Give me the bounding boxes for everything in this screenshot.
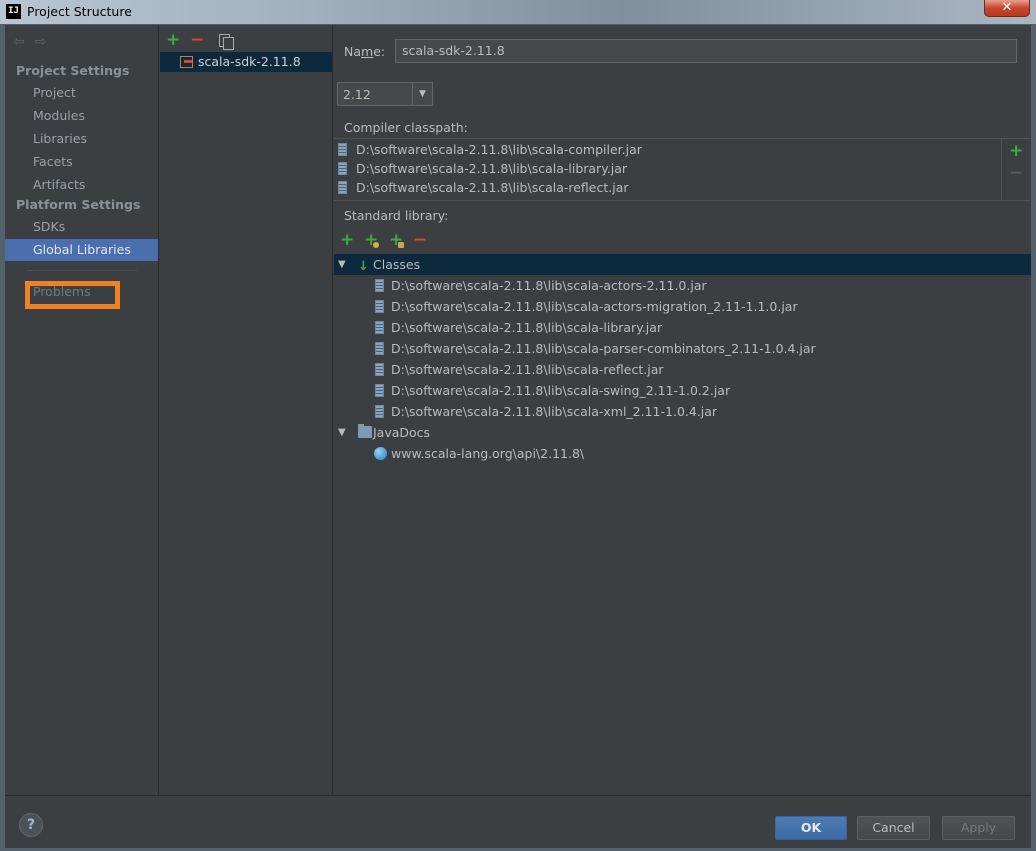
class-item-label: D:\software\scala-2.11.8\lib\scala-parse… bbox=[391, 341, 816, 356]
nav-item-modules[interactable]: Modules bbox=[5, 105, 158, 127]
nav-item-libraries[interactable]: Libraries bbox=[5, 128, 158, 150]
copy-library-icon[interactable] bbox=[219, 34, 234, 50]
add-classpath-button[interactable]: + bbox=[1009, 141, 1023, 161]
tree-class-item[interactable]: D:\software\scala-2.11.8\lib\scala-parse… bbox=[334, 338, 1031, 359]
nav-item-problems[interactable]: Problems bbox=[33, 284, 91, 299]
intellij-app-icon: IJ bbox=[6, 4, 21, 19]
tree-node-javadocs[interactable]: ▼ JavaDocs bbox=[334, 422, 1031, 443]
class-item-label: D:\software\scala-2.11.8\lib\scala-libra… bbox=[391, 320, 663, 335]
class-item-label: D:\software\scala-2.11.8\lib\scala-xml_2… bbox=[391, 404, 718, 419]
libraries-list-panel: + − scala-sdk-2.11.8 bbox=[160, 25, 333, 795]
compiler-classpath-box: D:\software\scala-2.11.8\lib\scala-compi… bbox=[334, 138, 1031, 201]
globe-icon bbox=[374, 447, 387, 460]
back-arrow-icon[interactable]: ⇦ bbox=[13, 34, 25, 50]
classpath-item[interactable]: D:\software\scala-2.11.8\lib\scala-libra… bbox=[338, 159, 627, 178]
compiler-classpath-list: D:\software\scala-2.11.8\lib\scala-compi… bbox=[334, 139, 1002, 200]
chevron-down-icon[interactable]: ▼ bbox=[412, 83, 432, 105]
classpath-item-label: D:\software\scala-2.11.8\lib\scala-refle… bbox=[356, 180, 629, 195]
doc-root-badge-icon bbox=[398, 242, 404, 248]
jar-icon bbox=[338, 162, 347, 175]
remove-library-button[interactable]: − bbox=[190, 30, 204, 50]
add-root-button[interactable]: + bbox=[340, 230, 354, 250]
class-item-label: D:\software\scala-2.11.8\lib\scala-swing… bbox=[391, 383, 731, 398]
javadocs-label: JavaDocs bbox=[373, 425, 431, 440]
jar-icon bbox=[375, 405, 384, 418]
name-label-mnemonic: m bbox=[361, 44, 374, 59]
help-icon[interactable]: ? bbox=[19, 813, 43, 837]
project-settings-header: Project Settings bbox=[16, 63, 130, 78]
remove-root-button[interactable]: − bbox=[413, 230, 427, 250]
nav-item-facets[interactable]: Facets bbox=[5, 151, 158, 173]
classpath-item[interactable]: D:\software\scala-2.11.8\lib\scala-compi… bbox=[338, 140, 642, 159]
jar-icon bbox=[338, 143, 347, 156]
tree-node-classes[interactable]: ▼ ↓ Classes bbox=[334, 254, 1031, 275]
tree-class-item[interactable]: D:\software\scala-2.11.8\lib\scala-actor… bbox=[334, 275, 1031, 296]
cancel-button[interactable]: Cancel bbox=[857, 816, 930, 840]
classes-root-icon: ↓ bbox=[358, 259, 369, 274]
jar-icon bbox=[375, 279, 384, 292]
ok-button[interactable]: OK bbox=[775, 816, 847, 840]
expand-arrow-icon[interactable]: ▼ bbox=[338, 254, 346, 275]
settings-nav: ⇦ ⇨ Project Settings Project Modules Libr… bbox=[5, 25, 159, 795]
tree-class-item[interactable]: D:\software\scala-2.11.8\lib\scala-refle… bbox=[334, 359, 1031, 380]
folder-icon bbox=[358, 424, 372, 438]
compiler-classpath-label: Compiler classpath: bbox=[344, 120, 468, 135]
javadoc-item-label: www.scala-lang.org\api\2.11.8\ bbox=[391, 446, 585, 461]
standard-library-label: Standard library: bbox=[344, 208, 449, 223]
jar-icon bbox=[375, 321, 384, 334]
add-library-button[interactable]: + bbox=[166, 30, 180, 50]
nav-divider bbox=[27, 270, 137, 271]
tree-class-item[interactable]: D:\software\scala-2.11.8\lib\scala-actor… bbox=[334, 296, 1031, 317]
tree-class-item[interactable]: D:\software\scala-2.11.8\lib\scala-swing… bbox=[334, 380, 1031, 401]
jar-icon bbox=[375, 342, 384, 355]
expand-arrow-icon[interactable]: ▼ bbox=[338, 422, 346, 443]
tree-javadoc-item[interactable]: www.scala-lang.org\api\2.11.8\ bbox=[334, 443, 1031, 464]
class-root-badge-icon bbox=[373, 242, 379, 248]
classes-label: Classes bbox=[373, 257, 421, 272]
scala-library-icon bbox=[180, 56, 193, 68]
class-item-label: D:\software\scala-2.11.8\lib\scala-actor… bbox=[391, 278, 707, 293]
nav-item-project[interactable]: Project bbox=[5, 82, 158, 104]
project-structure-dialog: ⇦ ⇨ Project Settings Project Modules Libr… bbox=[5, 25, 1031, 848]
classpath-item[interactable]: D:\software\scala-2.11.8\lib\scala-refle… bbox=[338, 178, 629, 197]
nav-item-artifacts[interactable]: Artifacts bbox=[5, 174, 158, 196]
library-item-label: scala-sdk-2.11.8 bbox=[198, 54, 301, 69]
library-item-scala-sdk[interactable]: scala-sdk-2.11.8 bbox=[160, 52, 332, 72]
scala-version-select[interactable]: 2.12 ▼ bbox=[337, 82, 433, 106]
class-item-label: D:\software\scala-2.11.8\lib\scala-refle… bbox=[391, 362, 664, 377]
classpath-item-label: D:\software\scala-2.11.8\lib\scala-libra… bbox=[356, 161, 628, 176]
remove-classpath-button[interactable]: − bbox=[1009, 163, 1023, 183]
window-title: Project Structure bbox=[27, 4, 132, 19]
class-item-label: D:\software\scala-2.11.8\lib\scala-actor… bbox=[391, 299, 798, 314]
library-name-input[interactable]: scala-sdk-2.11.8 bbox=[395, 39, 1017, 63]
nav-arrows: ⇦ ⇨ bbox=[13, 34, 56, 50]
dialog-button-bar: ? OK Cancel Apply bbox=[5, 795, 1031, 848]
jar-icon bbox=[375, 300, 384, 313]
nav-item-global-libraries[interactable]: Global Libraries bbox=[5, 239, 158, 261]
apply-button[interactable]: Apply bbox=[942, 816, 1015, 840]
name-label-prefix: Na bbox=[344, 44, 362, 59]
tree-class-item[interactable]: D:\software\scala-2.11.8\lib\scala-xml_2… bbox=[334, 401, 1031, 422]
title-bar: IJ Project Structure ✕ bbox=[0, 0, 1036, 24]
name-label-suffix: e: bbox=[373, 44, 386, 59]
library-detail-panel: Name: scala-sdk-2.11.8 2.12 ▼ Compiler c… bbox=[334, 25, 1031, 795]
scala-version-value: 2.12 bbox=[343, 87, 371, 102]
jar-icon bbox=[375, 384, 384, 397]
platform-settings-header: Platform Settings bbox=[16, 197, 141, 212]
nav-item-sdks[interactable]: SDKs bbox=[5, 216, 158, 238]
close-window-button[interactable]: ✕ bbox=[984, 0, 1030, 17]
jar-icon bbox=[338, 181, 347, 194]
jar-icon bbox=[375, 363, 384, 376]
tree-class-item[interactable]: D:\software\scala-2.11.8\lib\scala-libra… bbox=[334, 317, 1031, 338]
classpath-item-label: D:\software\scala-2.11.8\lib\scala-compi… bbox=[356, 142, 642, 157]
name-label: Name: bbox=[344, 44, 385, 59]
forward-arrow-icon[interactable]: ⇨ bbox=[35, 34, 47, 50]
